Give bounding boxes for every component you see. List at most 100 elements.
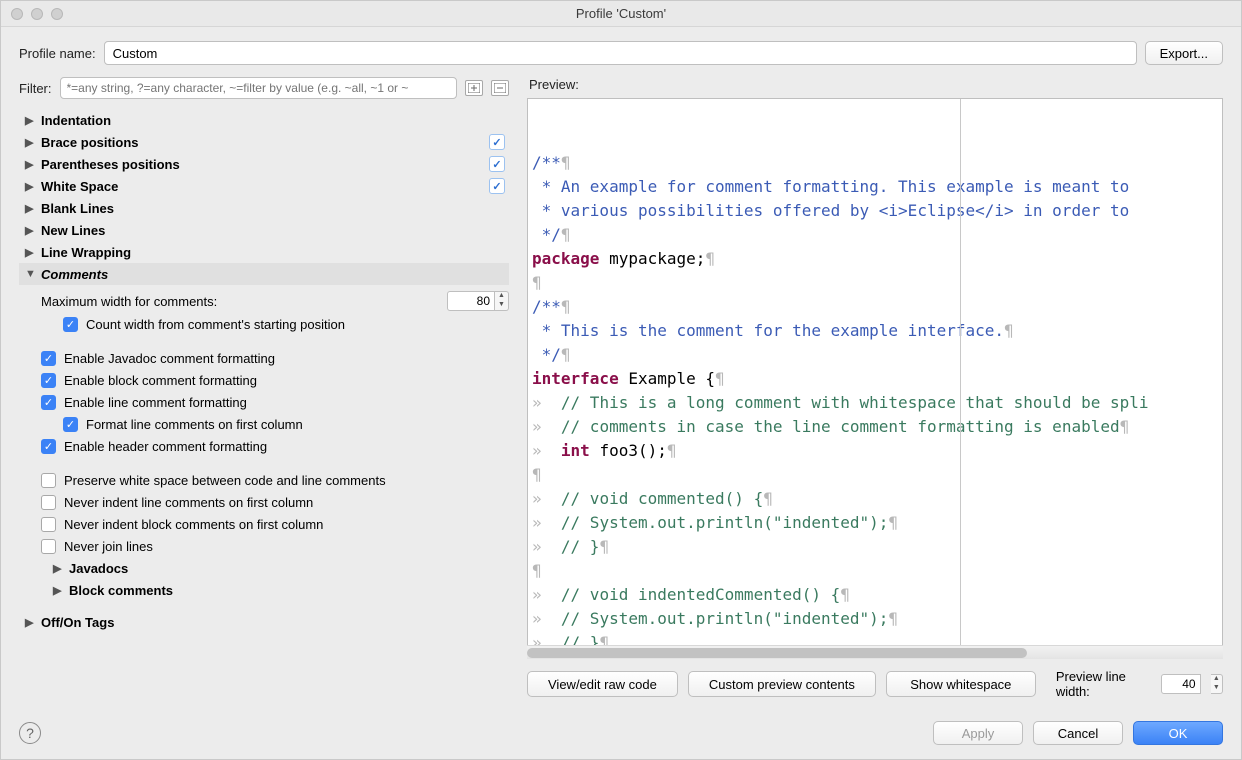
preview-controls: View/edit raw code Custom preview conten…	[527, 659, 1223, 699]
cancel-button[interactable]: Cancel	[1033, 721, 1123, 745]
dialog-window: Profile 'Custom' Profile name: Export...…	[0, 0, 1242, 760]
line-fmt-row: ✓Enable line comment formatting	[41, 391, 509, 413]
tree-item-block-comments[interactable]: ▶Block comments	[41, 579, 509, 601]
tree-label: Brace positions	[41, 135, 139, 150]
zoom-window-icon[interactable]	[51, 8, 63, 20]
preview-panel: Preview: /**¶ * An example for comment f…	[527, 73, 1223, 699]
max-width-input[interactable]	[447, 291, 495, 311]
tree-item-line-wrapping[interactable]: ▶Line Wrapping	[19, 241, 509, 263]
header-fmt-checkbox[interactable]: ✓	[41, 439, 56, 454]
header-fmt-row: ✓ Enable header comment formatting	[41, 435, 509, 457]
tree-item-brace-positions[interactable]: ▶Brace positions✓	[19, 131, 509, 153]
tree-item-off-on-tags[interactable]: ▶Off/On Tags	[19, 611, 509, 633]
block-fmt-checkbox[interactable]: ✓	[41, 373, 56, 388]
preview-line-width-label: Preview line width:	[1056, 669, 1151, 699]
tree-item-parentheses-positions[interactable]: ▶Parentheses positions✓	[19, 153, 509, 175]
code-keyword: int	[561, 441, 590, 460]
max-width-stepper[interactable]: ▲▼	[495, 291, 509, 311]
header-fmt-label: Enable header comment formatting	[64, 439, 267, 454]
first-col-fmt-row: ✓ Format line comments on first column	[41, 413, 509, 435]
code-comment: // }	[561, 537, 600, 556]
tree-item-new-lines[interactable]: ▶New Lines	[19, 219, 509, 241]
preview-line-width-stepper[interactable]: ▲▼	[1211, 674, 1223, 694]
tree-label: Comments	[41, 267, 108, 282]
tree-item-white-space[interactable]: ▶White Space✓	[19, 175, 509, 197]
max-width-label: Maximum width for comments:	[41, 294, 217, 309]
tree-item-comments[interactable]: ▼Comments	[19, 263, 509, 285]
never-indent-block-checkbox[interactable]	[41, 517, 56, 532]
collapse-all-icon[interactable]	[491, 80, 509, 96]
javadoc-fmt-row: ✓ Enable Javadoc comment formatting	[41, 347, 509, 369]
tree-label: Off/On Tags	[41, 615, 114, 630]
profile-name-label: Profile name:	[19, 46, 96, 61]
tree-label: Indentation	[41, 113, 111, 128]
profile-name-row: Profile name: Export...	[1, 27, 1241, 73]
never-indent-line-label: Never indent line comments on first colu…	[64, 495, 313, 510]
tree-label: Parentheses positions	[41, 157, 180, 172]
modified-indicator-icon: ✓	[489, 134, 505, 150]
tree-label: Javadocs	[69, 561, 128, 576]
apply-button[interactable]: Apply	[933, 721, 1023, 745]
expand-all-icon[interactable]	[465, 80, 483, 96]
code-text: * An example for comment formatting. Thi…	[532, 177, 1129, 196]
help-icon[interactable]: ?	[19, 722, 41, 744]
never-join-label: Never join lines	[64, 539, 153, 554]
tree-label: Blank Lines	[41, 201, 114, 216]
count-width-checkbox[interactable]: ✓	[63, 317, 78, 332]
tree-item-blank-lines[interactable]: ▶Blank Lines	[19, 197, 509, 219]
javadoc-fmt-checkbox[interactable]: ✓	[41, 351, 56, 366]
filter-label: Filter:	[19, 81, 52, 96]
code-keyword: package	[532, 249, 599, 268]
preview-code[interactable]: /**¶ * An example for comment formatting…	[527, 98, 1223, 659]
custom-preview-button[interactable]: Custom preview contents	[688, 671, 876, 697]
count-width-label: Count width from comment's starting posi…	[86, 317, 345, 332]
export-button[interactable]: Export...	[1145, 41, 1223, 65]
comments-settings: Maximum width for comments: ▲▼ ✓ Count wi…	[19, 285, 509, 605]
code-comment: // comments in case the line comment for…	[561, 417, 1120, 436]
code-text: mypackage;	[599, 249, 705, 268]
titlebar: Profile 'Custom'	[1, 1, 1241, 27]
never-indent-block-row: Never indent block comments on first col…	[41, 513, 509, 535]
never-indent-block-label: Never indent block comments on first col…	[64, 517, 323, 532]
preview-line-width-input[interactable]	[1161, 674, 1201, 694]
margin-guide	[960, 99, 961, 658]
never-indent-line-checkbox[interactable]	[41, 495, 56, 510]
javadoc-fmt-label: Enable Javadoc comment formatting	[64, 351, 275, 366]
filter-input[interactable]	[60, 77, 458, 99]
window-title: Profile 'Custom'	[9, 6, 1233, 21]
view-raw-button[interactable]: View/edit raw code	[527, 671, 678, 697]
dialog-footer: ? Apply Cancel OK	[1, 709, 1241, 759]
tree-label: White Space	[41, 179, 118, 194]
scrollbar-thumb[interactable]	[527, 648, 1027, 658]
filter-row: Filter:	[19, 73, 509, 105]
tree-label: Block comments	[69, 583, 173, 598]
ok-button[interactable]: OK	[1133, 721, 1223, 745]
close-window-icon[interactable]	[11, 8, 23, 20]
first-col-fmt-checkbox[interactable]: ✓	[63, 417, 78, 432]
settings-tree[interactable]: ▶Indentation ▶Brace positions✓ ▶Parenthe…	[19, 105, 509, 699]
modified-indicator-icon: ✓	[489, 156, 505, 172]
code-comment: // void commented() {	[561, 489, 763, 508]
tree-item-javadocs[interactable]: ▶Javadocs	[41, 557, 509, 579]
code-comment: // System.out.println("indented");	[561, 609, 889, 628]
show-whitespace-button[interactable]: Show whitespace	[886, 671, 1036, 697]
horizontal-scrollbar[interactable]	[527, 645, 1223, 659]
line-fmt-checkbox[interactable]: ✓	[41, 395, 56, 410]
tree-label: New Lines	[41, 223, 105, 238]
profile-name-input[interactable]	[104, 41, 1137, 65]
code-comment: // System.out.println("indented");	[561, 513, 889, 532]
preserve-ws-label: Preserve white space between code and li…	[64, 473, 386, 488]
code-text: * This is the comment for the example in…	[532, 321, 1004, 340]
never-join-checkbox[interactable]	[41, 539, 56, 554]
code-keyword: interface	[532, 369, 619, 388]
settings-panel: Filter: ▶Indentation ▶Brace positions✓ ▶…	[19, 73, 509, 699]
max-width-row: Maximum width for comments: ▲▼	[41, 289, 509, 313]
tree-item-indentation[interactable]: ▶Indentation	[19, 109, 509, 131]
count-width-row: ✓ Count width from comment's starting pos…	[41, 313, 509, 335]
preserve-ws-checkbox[interactable]	[41, 473, 56, 488]
block-fmt-label: Enable block comment formatting	[64, 373, 257, 388]
first-col-fmt-label: Format line comments on first column	[86, 417, 303, 432]
code-text: * various possibilities offered by <i>Ec…	[532, 201, 1129, 220]
minimize-window-icon[interactable]	[31, 8, 43, 20]
modified-indicator-icon: ✓	[489, 178, 505, 194]
